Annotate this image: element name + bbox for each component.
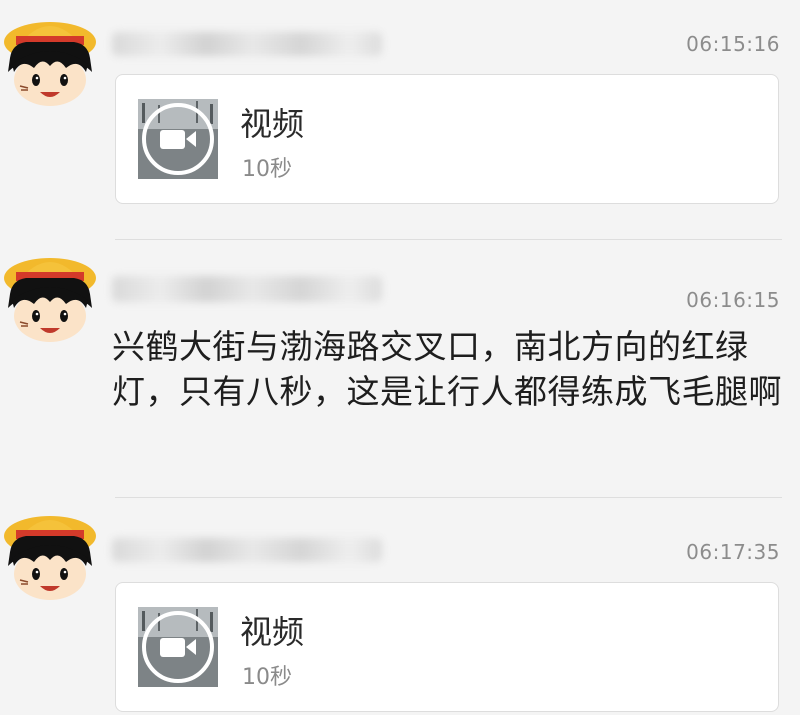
sender-name-blurred bbox=[112, 276, 382, 302]
video-thumbnail[interactable] bbox=[138, 607, 218, 687]
video-camera-play-icon bbox=[138, 99, 218, 179]
video-duration: 10秒 bbox=[242, 157, 292, 182]
video-label: 视频 bbox=[240, 613, 305, 651]
avatar[interactable] bbox=[0, 12, 100, 112]
video-message-card[interactable]: 视频 10秒 bbox=[115, 582, 779, 712]
message-item: 06:15:16 视频 10秒 bbox=[0, 0, 800, 240]
sender-name-blurred bbox=[112, 538, 382, 562]
video-camera-play-icon bbox=[138, 607, 218, 687]
message-feed: 06:15:16 视频 10秒 06:16:15 兴鹤大街与渤海路交叉口，南北方… bbox=[0, 0, 800, 715]
straw-hat-boy-icon bbox=[4, 22, 96, 106]
message-text: 兴鹤大街与渤海路交叉口，南北方向的红绿灯，只有八秒，这是让行人都得练成飞毛腿啊 bbox=[112, 327, 782, 411]
message-item: 06:17:35 视频 10秒 bbox=[0, 498, 800, 715]
video-message-card[interactable]: 视频 10秒 bbox=[115, 74, 779, 204]
message-item: 06:16:15 兴鹤大街与渤海路交叉口，南北方向的红绿灯，只有八秒，这是让行人… bbox=[0, 240, 800, 498]
video-duration: 10秒 bbox=[242, 665, 292, 690]
sender-name-blurred bbox=[112, 32, 382, 56]
avatar[interactable] bbox=[0, 506, 100, 606]
avatar[interactable] bbox=[0, 248, 100, 348]
message-timestamp: 06:17:35 bbox=[686, 540, 780, 564]
straw-hat-boy-icon bbox=[4, 516, 96, 600]
video-label: 视频 bbox=[240, 105, 305, 143]
straw-hat-boy-icon bbox=[4, 258, 96, 342]
message-timestamp: 06:15:16 bbox=[686, 32, 780, 56]
video-thumbnail[interactable] bbox=[138, 99, 218, 179]
message-timestamp: 06:16:15 bbox=[686, 288, 780, 312]
